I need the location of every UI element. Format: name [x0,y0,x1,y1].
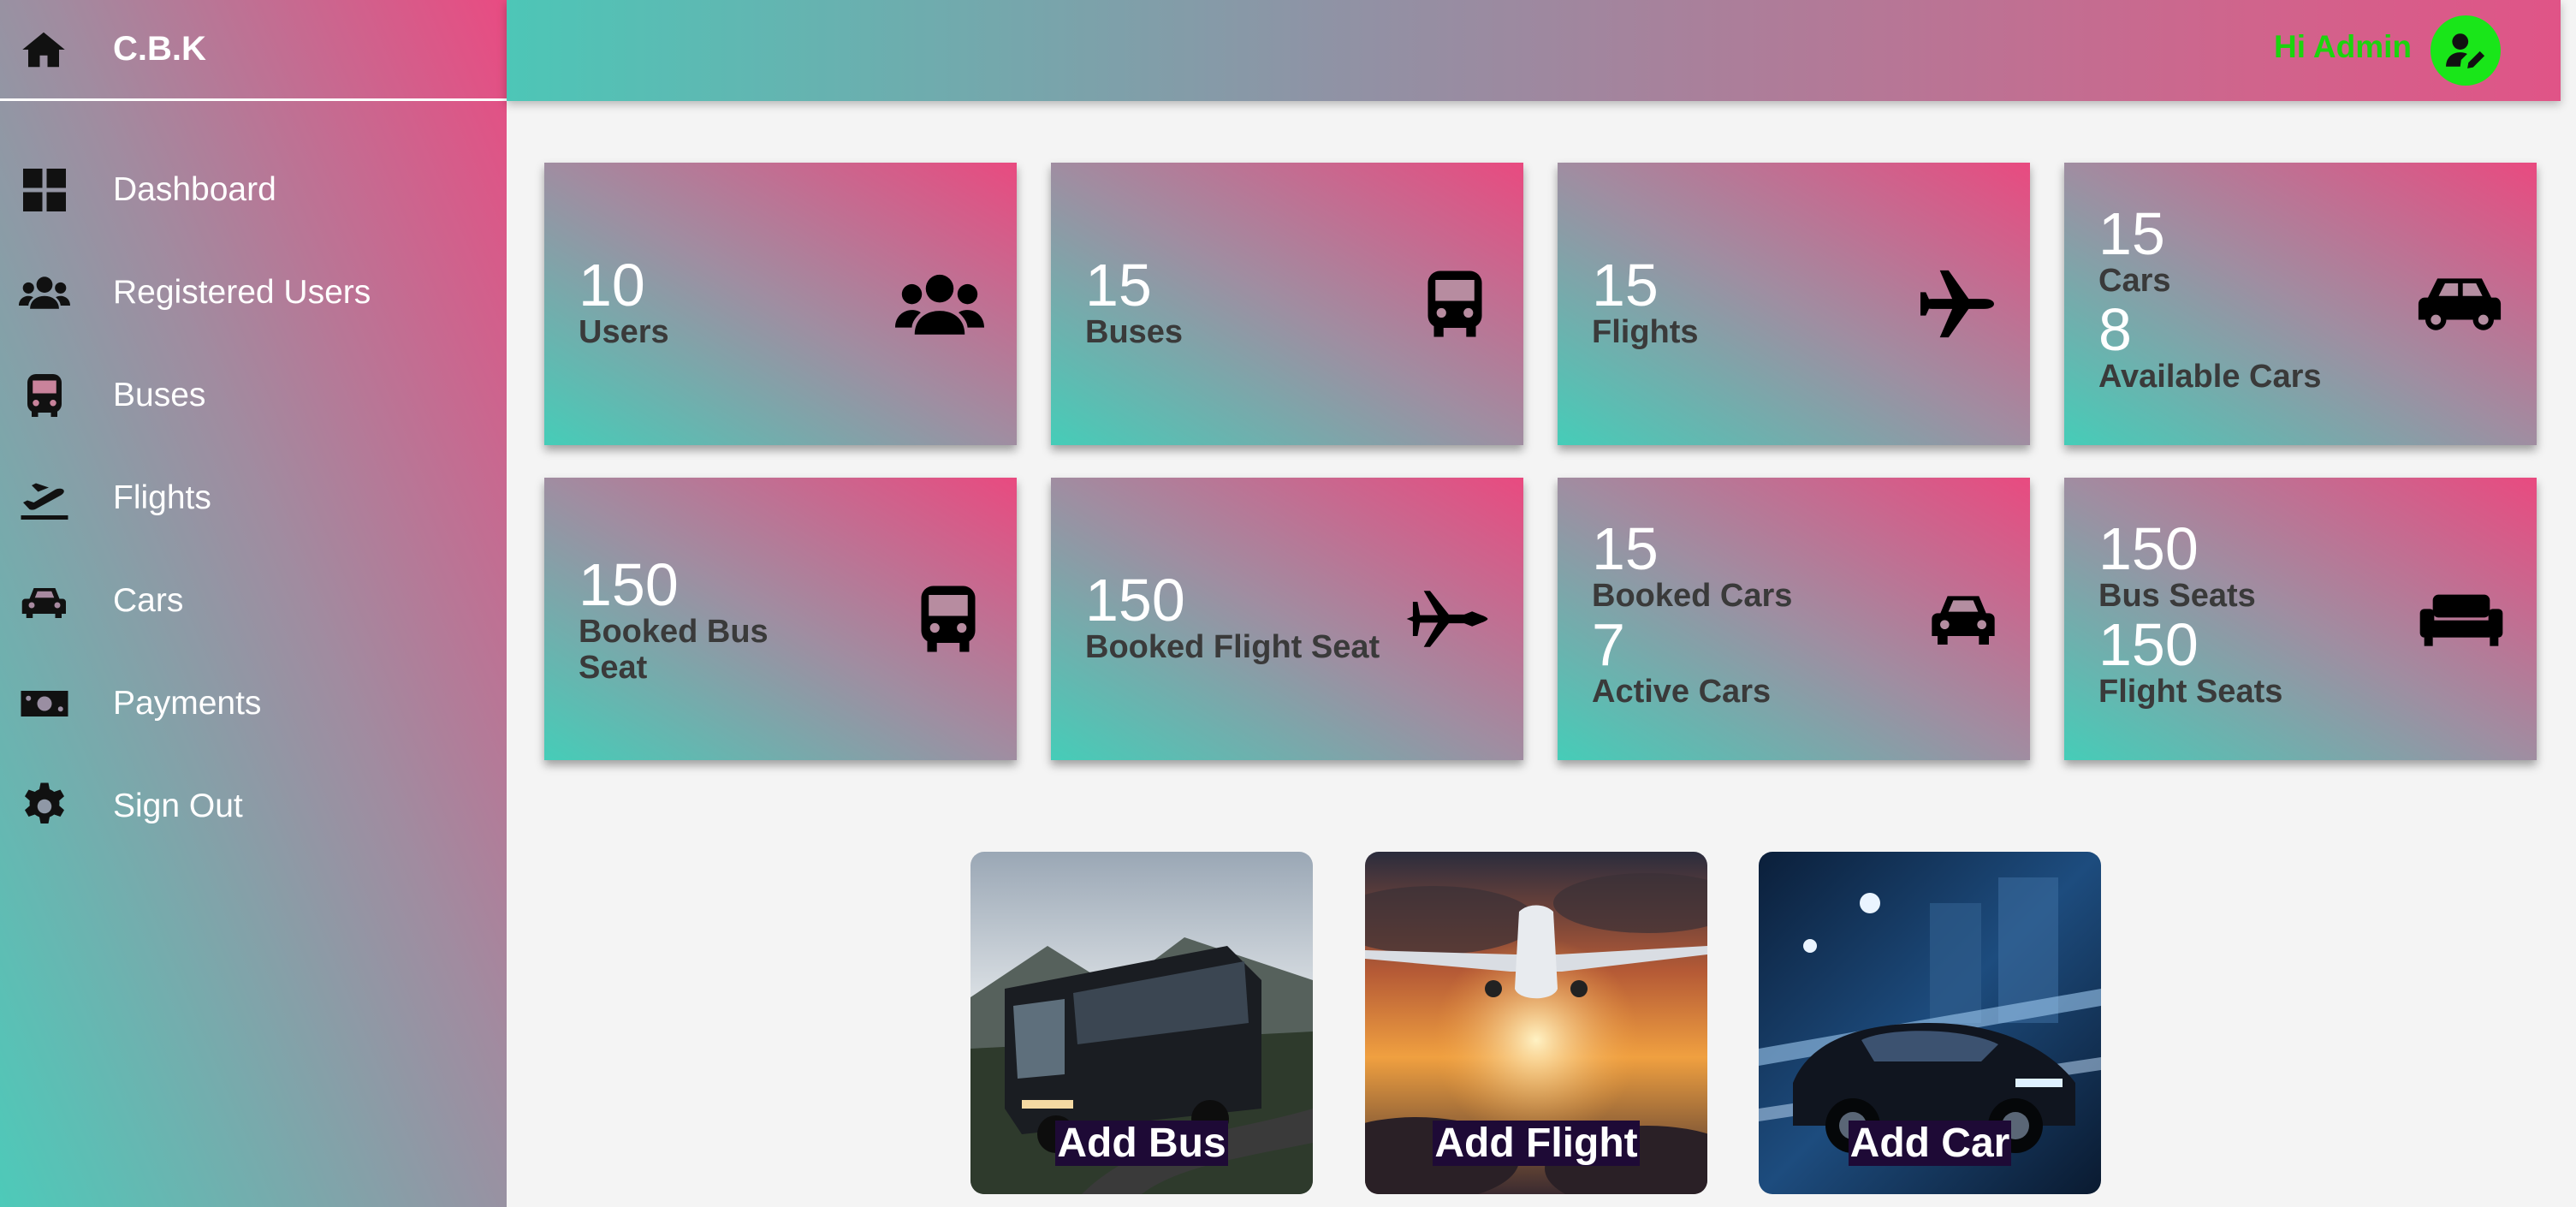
booked-flight-seat-label: Booked Flight Seat [1085,629,1380,665]
sidebar-nav: Dashboard Registered Users Buses Flights… [0,139,507,858]
available-cars-label: Available Cars [2098,358,2322,395]
plane-departure-icon [19,473,70,524]
booked-flight-seat-card[interactable]: 150 Booked Flight Seat [1051,478,1523,760]
booked-cars-count: 15 [1592,515,1659,582]
sidebar-item-label: Flights [113,479,211,516]
active-cars-label: Active Cars [1592,673,1772,710]
couch-icon [2419,592,2504,646]
avatar[interactable] [2431,15,2501,86]
active-cars-count: 7 [1592,610,1625,678]
sidebar-item-label: Cars [113,582,184,619]
users-count: 10 [579,252,645,318]
brand[interactable]: C.B.K [0,0,507,101]
sidebar-item-label: Registered Users [113,274,371,311]
booked-bus-seat-label-line2: Seat [579,649,648,686]
buses-count: 15 [1085,252,1152,318]
sidebar-item-label: Dashboard [113,171,276,208]
cars-label: Cars [2098,263,2171,299]
gear-icon [19,781,70,832]
users-icon [895,271,984,337]
booked-cars-label: Booked Cars [1592,578,1793,614]
bus-icon [912,583,984,655]
bus-icon [19,370,70,421]
available-cars-count: 8 [2098,295,2132,363]
users-icon [19,267,70,318]
flights-card[interactable]: 15 Flights [1558,163,2030,445]
booked-bus-seat-count: 150 [579,551,679,618]
buses-label: Buses [1085,314,1184,350]
fighter-jet-icon [1404,587,1491,651]
cars-count: 15 [2098,200,2165,267]
add-car-label: Add Car [1848,1121,2012,1166]
bus-icon [1419,268,1491,340]
car-icon [19,575,70,627]
car-icon [2415,272,2504,336]
bus-seats-label: Bus Seats [2098,578,2256,614]
user-edit-icon [2446,33,2485,68]
flights-count: 15 [1592,252,1659,318]
seats-card[interactable]: 150 Bus Seats 150 Flight Seats [2064,478,2537,760]
admin-greeting: Hi Admin [2273,29,2412,64]
top-bar: Hi Admin [507,0,2561,101]
home-icon [22,32,65,67]
sidebar-item-flights[interactable]: Flights [0,447,507,550]
booked-bus-seat-label: Booked Bus [579,614,769,650]
users-label: Users [579,314,669,350]
add-car-tile[interactable]: Add Car [1759,852,2101,1194]
sidebar-item-dashboard[interactable]: Dashboard [0,139,507,241]
sidebar-item-registered-users[interactable]: Registered Users [0,241,507,344]
dashboard-icon [19,164,70,216]
cars-card[interactable]: 15 Cars 8 Available Cars [2064,163,2537,445]
buses-card[interactable]: 15 Buses [1051,163,1523,445]
users-card[interactable]: 10 Users [544,163,1017,445]
bus-seats-count: 150 [2098,515,2199,582]
sidebar-item-cars[interactable]: Cars [0,550,507,652]
brand-name: C.B.K [113,30,206,68]
flight-seats-count: 150 [2098,610,2199,678]
sidebar: C.B.K Dashboard Registered Users Buses F… [0,0,507,1207]
car-side-icon [1929,590,1997,648]
booked-flight-seat-count: 150 [1085,567,1185,633]
money-bill-icon [19,678,70,729]
booked-cars-card[interactable]: 15 Booked Cars 7 Active Cars [1558,478,2030,760]
sidebar-item-buses[interactable]: Buses [0,344,507,447]
add-flight-tile[interactable]: Add Flight [1365,852,1707,1194]
booked-bus-seat-card[interactable]: 150 Booked Bus Seat [544,478,1017,760]
sidebar-item-payments[interactable]: Payments [0,652,507,755]
add-bus-tile[interactable]: Add Bus [970,852,1313,1194]
add-flight-label: Add Flight [1433,1121,1640,1166]
add-bus-label: Add Bus [1055,1121,1228,1166]
sidebar-item-label: Payments [113,685,262,722]
sidebar-item-sign-out[interactable]: Sign Out [0,755,507,858]
sidebar-item-label: Sign Out [113,788,243,824]
plane-icon [1917,267,1997,341]
sidebar-item-label: Buses [113,377,206,413]
flight-seats-label: Flight Seats [2098,673,2283,710]
flights-label: Flights [1592,314,1699,350]
